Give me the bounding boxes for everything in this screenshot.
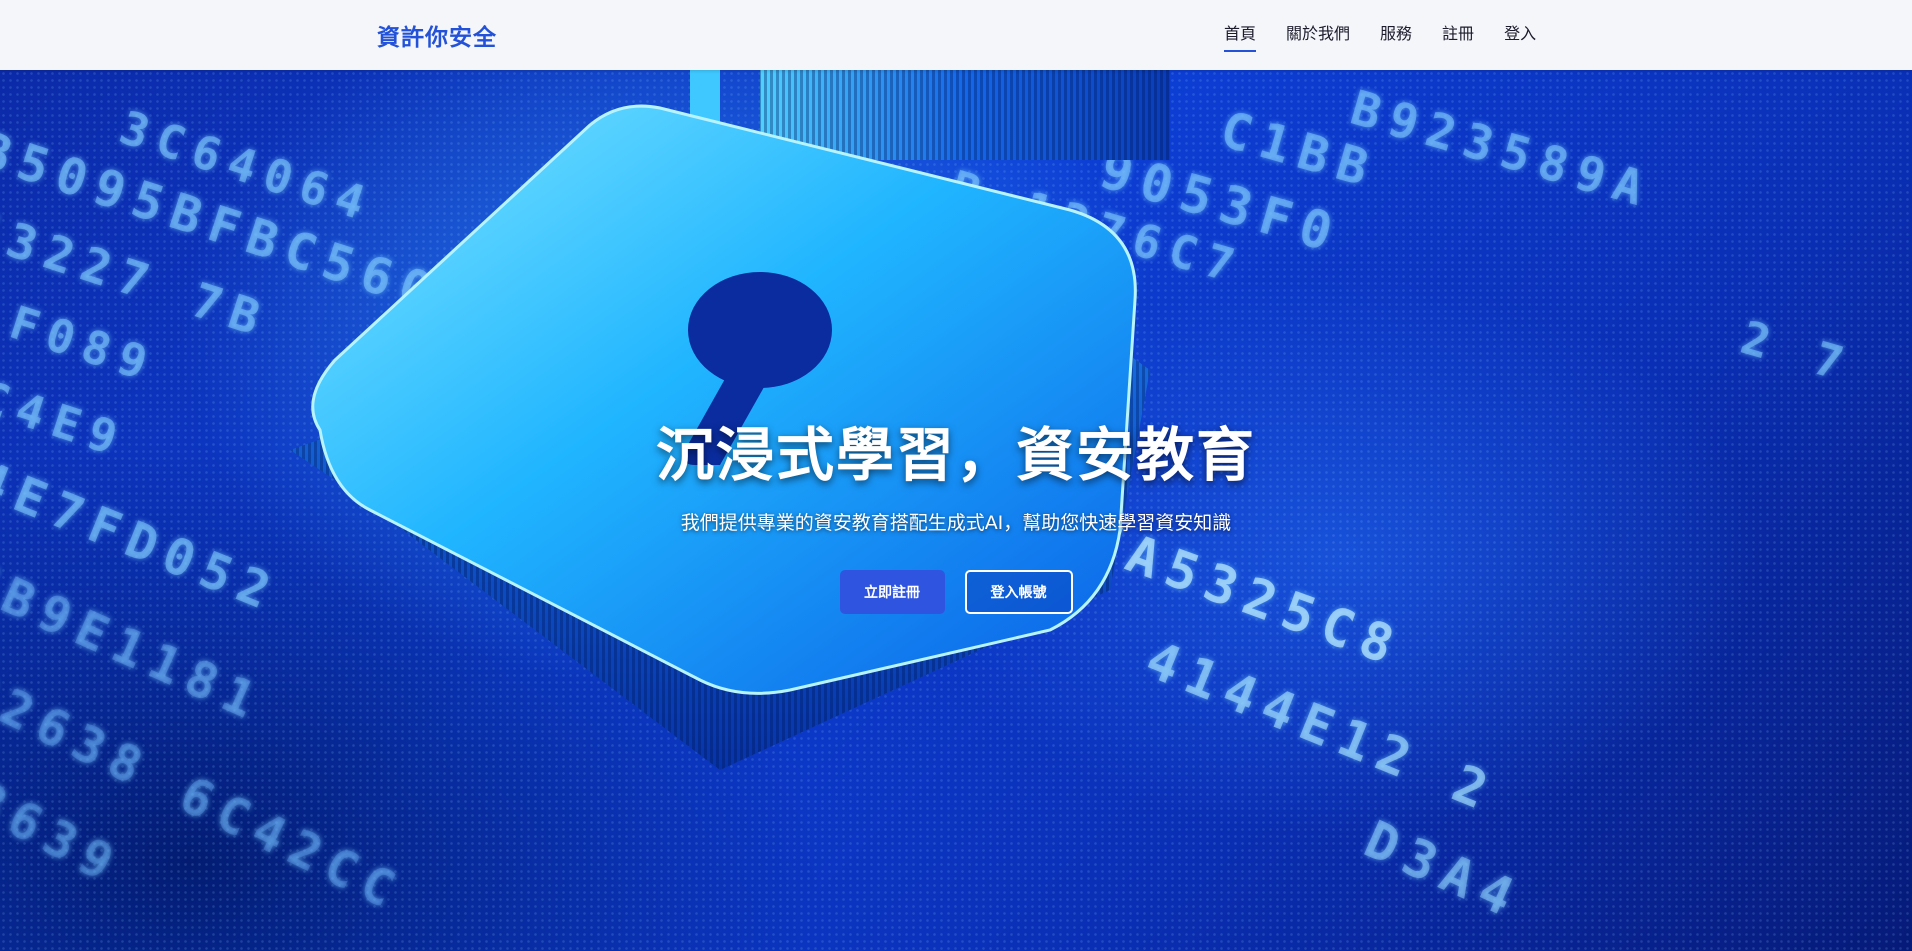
nav-item-about[interactable]: 關於我們	[1286, 0, 1350, 70]
hero-title: 沉浸式學習，資安教育	[655, 421, 1256, 489]
nav-item-login[interactable]: 登入	[1504, 0, 1536, 70]
nav-item-services[interactable]: 服務	[1380, 0, 1412, 70]
hero-subtitle: 我們提供專業的資安教育搭配生成式AI，幫助您快速學習資安知識	[680, 512, 1232, 534]
hero-section: 3C64064 B5095BFBC560 53227 7B F089 C4E9 …	[0, 70, 1912, 951]
nav-item-register[interactable]: 註冊	[1442, 0, 1474, 70]
main-nav: 首頁 關於我們 服務 註冊 登入	[1224, 0, 1566, 70]
register-now-button[interactable]: 立即註冊	[839, 570, 945, 614]
brand-logo[interactable]: 資許你安全	[377, 18, 497, 52]
hero-content: 沉浸式學習，資安教育 我們提供專業的資安教育搭配生成式AI，幫助您快速學習資安知…	[0, 70, 1912, 951]
login-account-button[interactable]: 登入帳號	[964, 570, 1073, 614]
top-navbar: 資許你安全 首頁 關於我們 服務 註冊 登入	[0, 0, 1912, 70]
nav-item-home[interactable]: 首頁	[1224, 0, 1257, 70]
cta-button-group: 立即註冊 登入帳號	[0, 570, 1912, 614]
